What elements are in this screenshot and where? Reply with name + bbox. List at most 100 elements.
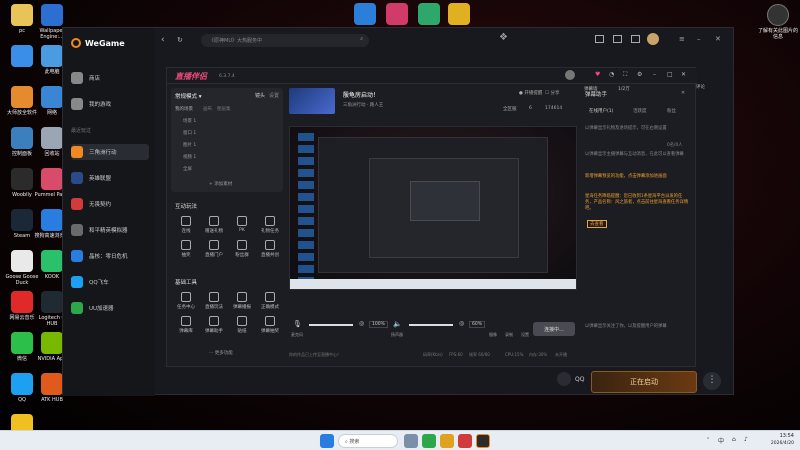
stream-category[interactable]: 三角洲行动 · 路人王	[343, 102, 383, 108]
taskbar-search[interactable]: ⌕ 搜索	[338, 434, 398, 448]
network-icon[interactable]: ⌂	[732, 436, 736, 443]
download-icon[interactable]	[631, 35, 640, 43]
app-icon[interactable]	[418, 3, 440, 25]
launch-button[interactable]: 正在启动	[591, 371, 697, 393]
record-label[interactable]: 录制	[505, 332, 513, 338]
tray-up-icon[interactable]: ⌃	[706, 437, 710, 443]
scene-item[interactable]: 全屏	[175, 166, 279, 176]
user-avatar[interactable]	[565, 70, 575, 80]
speaker-volume-icon[interactable]: ◎	[459, 320, 464, 327]
highlight-task[interactable]: 星海任务降临提醒：您已收到1条星海平台派发的任务，产品名称：风之旅者，点击前往星…	[585, 194, 689, 212]
qq-status-icon[interactable]	[557, 372, 571, 386]
tool-item[interactable]: 直播门户	[201, 240, 227, 258]
menu-icon[interactable]: ≡	[679, 35, 685, 43]
tab-canvas[interactable]: 画布	[203, 106, 212, 112]
tab-fans[interactable]: 粉丝	[667, 108, 676, 114]
tool-item[interactable]: 抽奖	[173, 240, 199, 258]
clock-date[interactable]: 2026/4/20	[758, 441, 794, 446]
camera-label[interactable]: 摄像	[489, 332, 497, 338]
tool-item[interactable]: PK	[229, 216, 255, 233]
app-taskbar-icon[interactable]	[422, 434, 436, 448]
tool-item[interactable]: 赠送礼物	[201, 216, 227, 234]
minimize-icon[interactable]: –	[697, 35, 701, 43]
sidebar-item[interactable]: 晶核：零日危机	[71, 248, 149, 264]
mic-volume-icon[interactable]: ◎	[359, 320, 364, 327]
app-icon[interactable]	[448, 3, 470, 25]
file-explorer-icon[interactable]	[440, 434, 454, 448]
gift-icon[interactable]: ♥	[595, 71, 600, 78]
tool-item[interactable]: 弹幕抽奖	[257, 316, 283, 334]
add-material-button[interactable]: + 添加素材	[209, 181, 232, 187]
scene-mode-select[interactable]: 常规模式 ▾	[175, 92, 202, 100]
settings-icon[interactable]: ⚙	[637, 71, 642, 78]
scene-item[interactable]: 视频 1	[175, 154, 279, 164]
search-input[interactable]: 《原神MU》大热服务中 ⌕	[201, 34, 369, 47]
sidebar-item[interactable]: 三角洲行动	[71, 144, 149, 160]
settings-label[interactable]: 设置	[521, 332, 529, 338]
tool-item[interactable]: 直播共创	[257, 240, 283, 258]
speaker-slider[interactable]	[409, 324, 453, 326]
search-icon[interactable]: ⌕	[360, 36, 363, 42]
share-button[interactable]: ☐ 分享	[545, 90, 559, 96]
tab-activity[interactable]: 活跃度	[633, 108, 647, 114]
tool-item[interactable]: 粉丝群	[229, 240, 255, 258]
tool-item[interactable]: 弹幕助手	[201, 316, 227, 334]
headset-icon[interactable]: ◔	[609, 71, 614, 78]
start-live-button[interactable]: 连接中...	[533, 322, 575, 336]
taskview-icon[interactable]	[404, 434, 418, 448]
more-tools-button[interactable]: ··· 更多功能	[209, 350, 233, 356]
stream-preview[interactable]	[289, 126, 577, 290]
tool-item[interactable]: 弹幕库	[173, 316, 199, 334]
fullscreen-icon[interactable]: ⛶	[623, 71, 627, 79]
tool-item[interactable]: 正确模式	[257, 292, 283, 310]
close-panel-icon[interactable]: ✕	[681, 90, 685, 96]
mic-slider[interactable]	[309, 324, 353, 326]
mic-icon[interactable]: 🎙	[293, 320, 302, 328]
windows-start-icon[interactable]	[320, 434, 334, 448]
tool-item[interactable]: 直播玩法	[201, 292, 227, 310]
minimize-icon[interactable]: –	[653, 71, 656, 78]
tab-online-users[interactable]: 在线用户(1)	[589, 108, 613, 114]
volume-icon[interactable]: ♪	[744, 436, 748, 443]
sidebar-item[interactable]: 英雄联盟	[71, 170, 149, 186]
tab-camera[interactable]: 镜头	[255, 92, 265, 99]
scene-item[interactable]: 窗口 1	[175, 130, 279, 140]
desktop-icon-spotlight[interactable]: 了解有关此图片的信息	[758, 4, 798, 40]
tab-settings[interactable]: 设置	[269, 92, 279, 99]
app-taskbar-icon[interactable]	[458, 434, 472, 448]
close-icon[interactable]: ✕	[681, 71, 686, 78]
stream-cover[interactable]	[289, 88, 335, 114]
maximize-icon[interactable]: □	[667, 71, 673, 78]
speaker-icon[interactable]: 🔈	[393, 320, 402, 328]
sidebar-item[interactable]: 无畏契约	[71, 196, 149, 212]
more-icon[interactable]: ⋮	[703, 372, 721, 390]
view-task-link[interactable]: 去查看	[587, 220, 607, 228]
sidebar-item[interactable]: 和平精英模拟器	[71, 222, 149, 238]
back-icon[interactable]: ‹	[161, 35, 165, 45]
app-icon[interactable]	[354, 3, 376, 25]
message-icon[interactable]	[595, 35, 604, 43]
sidebar-item[interactable]: 我的游戏	[71, 96, 149, 112]
highlight-preview[interactable]: 新增弹幕预览的功能，点击弹幕添加进画面	[585, 174, 689, 180]
scene-item[interactable]: 图片 1	[175, 142, 279, 152]
ime-indicator[interactable]: 中	[718, 436, 724, 445]
tool-item[interactable]: 连线	[173, 216, 199, 234]
mic-volume[interactable]: 100%	[369, 321, 388, 328]
wegame-logo[interactable]: WeGame	[71, 38, 125, 48]
refresh-icon[interactable]: ↻	[177, 36, 183, 44]
sidebar-item[interactable]: 商店	[71, 70, 149, 86]
tool-item[interactable]: 贴纸	[229, 316, 255, 334]
mail-icon[interactable]	[613, 35, 622, 43]
sidebar-item[interactable]: UU加速器	[71, 300, 149, 316]
tab-layers[interactable]: 图层集	[217, 106, 231, 112]
tool-item[interactable]: 礼物任务	[257, 216, 283, 234]
app-icon[interactable]	[386, 3, 408, 25]
tool-item[interactable]: 弹幕播报	[229, 292, 255, 310]
comment-button[interactable]: 评论	[696, 85, 705, 90]
clock-time[interactable]: 13:54	[758, 433, 794, 439]
tool-item[interactable]: 任务中心	[173, 292, 199, 310]
speaker-volume[interactable]: 60%	[469, 321, 486, 328]
sidebar-item[interactable]: QQ飞车	[71, 274, 149, 290]
scene-item[interactable]: 场景 1	[175, 118, 279, 128]
avatar[interactable]	[647, 33, 659, 45]
